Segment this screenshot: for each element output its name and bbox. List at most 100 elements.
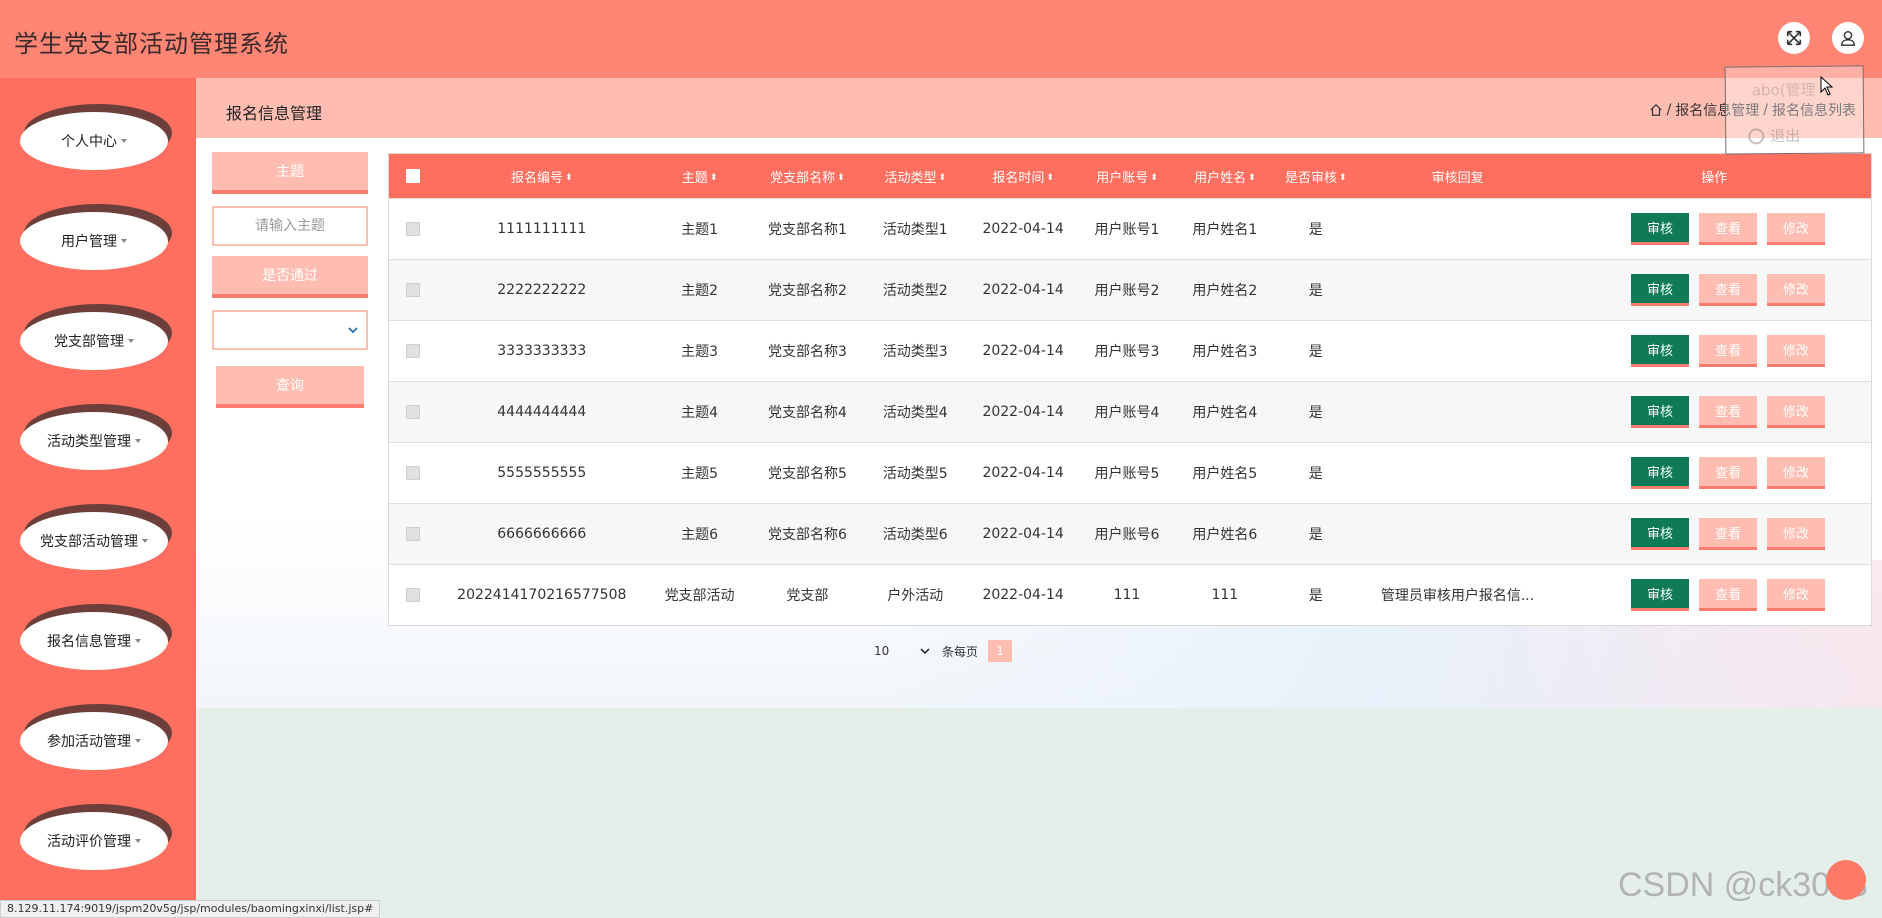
select-all-checkbox[interactable] xyxy=(405,169,420,183)
edit-button[interactable]: 修改 xyxy=(1767,518,1825,550)
fullscreen-button[interactable] xyxy=(1778,22,1810,54)
view-button[interactable]: 查看 xyxy=(1699,396,1757,428)
user-menu-button[interactable] xyxy=(1832,22,1864,54)
edit-button[interactable]: 修改 xyxy=(1767,457,1825,489)
subject-search-input[interactable]: 请输入主题 xyxy=(212,206,368,246)
subject-label: 主题 xyxy=(212,152,368,194)
sort-icon: ⬍ xyxy=(837,173,845,183)
caret-down-icon xyxy=(121,239,127,243)
col-header[interactable]: 党支部名称 ⬍ xyxy=(753,167,863,186)
table-cell: 党支部名称4 xyxy=(767,405,847,421)
table-cell: 用户账号4 xyxy=(1094,405,1160,421)
row-checkbox[interactable] xyxy=(405,527,420,541)
table-cell: 2222222222 xyxy=(497,282,587,298)
table-cell: 用户账号2 xyxy=(1094,283,1160,299)
sidebar-item-activity-types[interactable]: 活动类型管理 xyxy=(20,404,172,470)
view-button[interactable]: 查看 xyxy=(1699,213,1757,245)
audit-button[interactable]: 审核 xyxy=(1631,396,1689,428)
table-cell: 活动类型6 xyxy=(882,527,948,543)
passed-select[interactable] xyxy=(212,310,368,350)
sidebar-item-participation[interactable]: 参加活动管理 xyxy=(20,704,172,770)
top-header: 学生党支部活动管理系统 xyxy=(0,0,1882,78)
mouse-cursor-icon xyxy=(1820,76,1834,96)
home-icon[interactable] xyxy=(1649,103,1663,117)
row-checkbox[interactable] xyxy=(405,283,420,297)
page-number-current[interactable]: 1 xyxy=(988,640,1013,662)
table-cell: 党支部名称3 xyxy=(767,344,847,360)
sort-icon: ⬍ xyxy=(1248,173,1256,183)
sidebar-item-users[interactable]: 用户管理 xyxy=(20,204,172,270)
audit-button[interactable]: 审核 xyxy=(1631,274,1689,306)
view-button[interactable]: 查看 xyxy=(1699,518,1757,550)
caret-down-icon xyxy=(135,639,141,643)
audit-button[interactable]: 审核 xyxy=(1631,335,1689,367)
table-cell: 1111111111 xyxy=(497,221,587,237)
table-cell: 主题1 xyxy=(681,222,719,238)
fullscreen-icon xyxy=(1786,30,1802,46)
user-icon xyxy=(1840,30,1856,46)
audit-button[interactable]: 审核 xyxy=(1631,518,1689,550)
table-cell: 2022-04-14 xyxy=(982,343,1064,359)
table-cell: 党支部名称2 xyxy=(767,283,847,299)
edit-button[interactable]: 修改 xyxy=(1767,579,1825,611)
col-header[interactable]: 是否审核 ⬍ xyxy=(1274,167,1358,186)
edit-button[interactable]: 修改 xyxy=(1767,396,1825,428)
audit-button[interactable]: 审核 xyxy=(1631,457,1689,489)
audit-button[interactable]: 审核 xyxy=(1631,213,1689,245)
table-cell: 用户姓名3 xyxy=(1192,344,1258,360)
sidebar-item-registrations[interactable]: 报名信息管理 xyxy=(20,604,172,670)
view-button[interactable]: 查看 xyxy=(1699,274,1757,306)
table-cell: 活动类型5 xyxy=(882,466,948,482)
table-cell: 111 xyxy=(1113,587,1141,603)
edit-button[interactable]: 修改 xyxy=(1767,213,1825,245)
floating-action-button[interactable] xyxy=(1826,860,1866,900)
table-cell: 2022414170216577508 xyxy=(457,587,627,603)
table-header: 报名编号 ⬍ 主题 ⬍ 党支部名称 ⬍ 活动类型 ⬍ 报名时间 ⬍ 用户账号 ⬍ 用户姓名 ⬍… xyxy=(389,154,1871,198)
sidebar-item-label: 党支部管理 xyxy=(54,334,124,350)
table-cell: 用户姓名1 xyxy=(1192,222,1258,238)
col-header: 审核回复 xyxy=(1431,170,1484,186)
row-checkbox[interactable] xyxy=(405,405,420,419)
edit-button[interactable]: 修改 xyxy=(1767,335,1825,367)
view-button[interactable]: 查看 xyxy=(1699,579,1757,611)
sidebar-item-label: 党支部活动管理 xyxy=(40,534,138,550)
audit-button[interactable]: 审核 xyxy=(1631,579,1689,611)
caret-down-icon xyxy=(142,539,148,543)
sidebar-item-label: 报名信息管理 xyxy=(47,634,131,650)
row-checkbox[interactable] xyxy=(405,344,420,358)
query-button[interactable]: 查询 xyxy=(216,366,364,408)
table-row: 3333333333 主题3 党支部名称3 活动类型3 2022-04-14 用户账号3 用… xyxy=(389,320,1871,381)
table-row: 6666666666 主题6 党支部名称6 活动类型6 2022-04-14 用户账号6 用… xyxy=(389,503,1871,564)
view-button[interactable]: 查看 xyxy=(1699,335,1757,367)
page-size-select[interactable]: 10 xyxy=(872,644,932,658)
table-cell: 活动类型2 xyxy=(882,283,948,299)
sidebar-item-personal-center[interactable]: 个人中心 xyxy=(20,104,172,170)
sidebar-item-label: 参加活动管理 xyxy=(47,734,131,750)
row-checkbox[interactable] xyxy=(405,588,420,602)
edit-button[interactable]: 修改 xyxy=(1767,274,1825,306)
sidebar-item-label: 活动类型管理 xyxy=(47,434,131,450)
sort-icon: ⬍ xyxy=(565,173,573,183)
col-header[interactable]: 用户姓名 ⬍ xyxy=(1176,167,1274,186)
table-cell: 党支部名称5 xyxy=(767,466,847,482)
table-cell: 党支部名称6 xyxy=(767,527,847,543)
logout-item[interactable]: 退出 xyxy=(1748,125,1800,146)
sidebar-item-evaluations[interactable]: 活动评价管理 xyxy=(20,804,172,870)
table-cell: 用户姓名2 xyxy=(1192,283,1258,299)
col-header[interactable]: 报名时间 ⬍ xyxy=(968,167,1078,186)
col-header[interactable]: 主题 ⬍ xyxy=(647,167,753,186)
table-cell: 党支部活动 xyxy=(664,588,735,604)
view-button[interactable]: 查看 xyxy=(1699,457,1757,489)
app-title: 学生党支部活动管理系统 xyxy=(14,30,289,58)
sidebar-item-branches[interactable]: 党支部管理 xyxy=(20,304,172,370)
col-header[interactable]: 活动类型 ⬍ xyxy=(862,167,968,186)
col-header[interactable]: 报名编号 ⬍ xyxy=(437,167,647,186)
sort-icon: ⬍ xyxy=(1150,173,1158,183)
table-cell: 3333333333 xyxy=(497,343,587,359)
col-header[interactable]: 用户账号 ⬍ xyxy=(1078,167,1176,186)
table-cell: 用户账号3 xyxy=(1094,344,1160,360)
sidebar-item-branch-activities[interactable]: 党支部活动管理 xyxy=(20,504,172,570)
row-checkbox[interactable] xyxy=(405,466,420,480)
row-checkbox[interactable] xyxy=(405,222,420,236)
table-cell: 是 xyxy=(1308,283,1323,299)
